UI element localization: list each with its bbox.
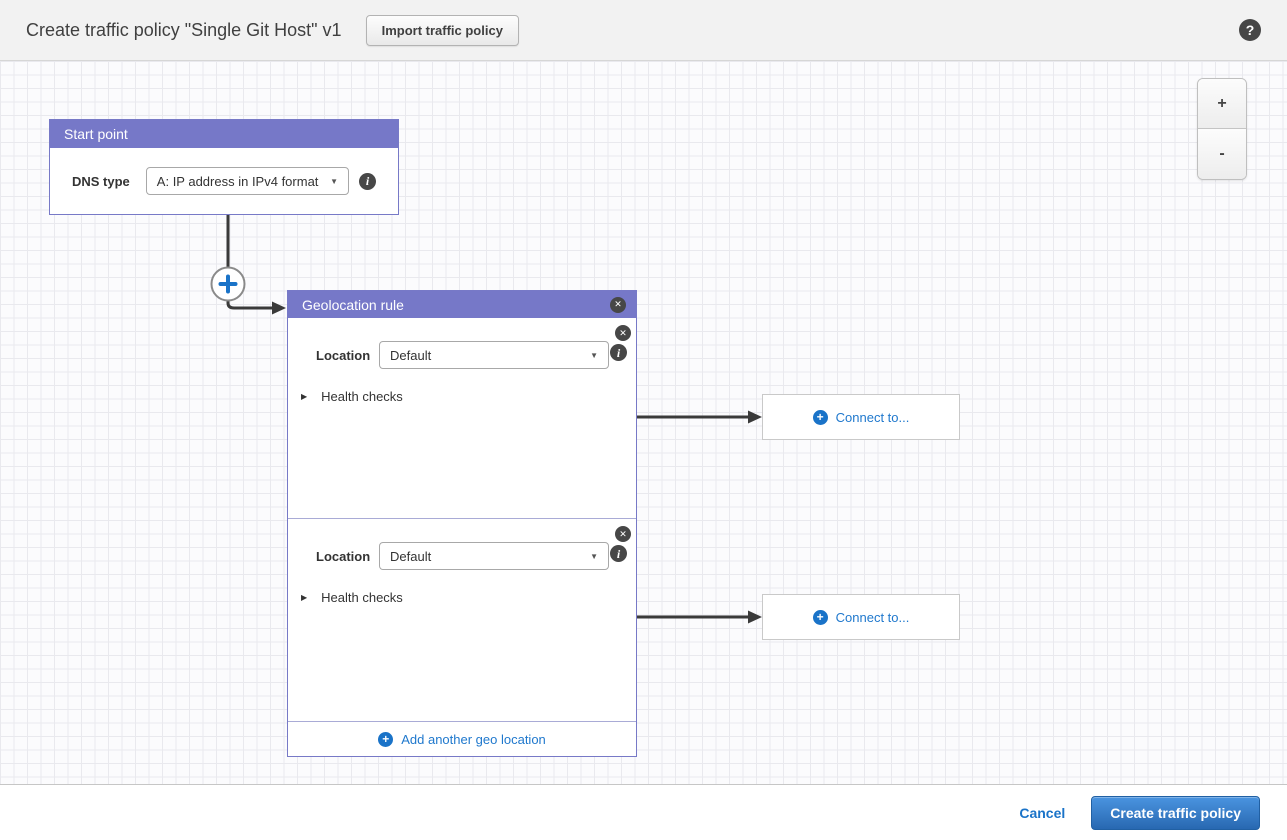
add-rule-connector-button[interactable] (212, 268, 245, 301)
help-icon[interactable]: ? (1239, 19, 1261, 41)
location-info-icon[interactable]: i (610, 545, 627, 562)
top-header-bar: Create traffic policy "Single Git Host" … (0, 0, 1287, 61)
location-label: Location (316, 348, 379, 363)
create-traffic-policy-button[interactable]: Create traffic policy (1091, 796, 1260, 830)
bottom-action-bar: Cancel Create traffic policy (0, 786, 1287, 840)
connect-to-label: Connect to... (836, 610, 910, 625)
zoom-out-button[interactable]: - (1198, 129, 1246, 179)
health-checks-expander[interactable]: ▶ Health checks (301, 590, 403, 605)
connector-line (228, 301, 273, 308)
geo-location-section: ✕ Location Default ▼ i ▶ Health checks (288, 318, 636, 518)
arrowhead-icon (748, 611, 762, 624)
health-checks-label: Health checks (321, 389, 403, 404)
remove-rule-icon[interactable]: ✕ (610, 297, 626, 313)
start-point-title: Start point (64, 126, 128, 142)
dns-type-selected-value: A: IP address in IPv4 format (157, 174, 319, 189)
chevron-down-icon: ▼ (590, 552, 598, 561)
cancel-button[interactable]: Cancel (1019, 805, 1065, 821)
geo-location-section: ✕ Location Default ▼ i ▶ Health checks (288, 518, 636, 721)
canvas-zoom-control: + - (1197, 78, 1247, 180)
dns-type-label: DNS type (72, 174, 130, 189)
location-select[interactable]: Default ▼ (379, 341, 609, 369)
dns-type-select[interactable]: A: IP address in IPv4 format ▼ (146, 167, 349, 195)
import-traffic-policy-button[interactable]: Import traffic policy (366, 15, 519, 46)
page-title: Create traffic policy "Single Git Host" … (26, 20, 342, 41)
connect-to-label: Connect to... (836, 410, 910, 425)
connect-to-box[interactable]: + Connect to... (762, 594, 960, 640)
arrowhead-icon (748, 411, 762, 424)
location-selected-value: Default (390, 348, 431, 363)
plus-icon: + (813, 410, 828, 425)
geolocation-rule-header: Geolocation rule ✕ (288, 291, 636, 318)
location-info-icon[interactable]: i (610, 344, 627, 361)
start-point-body: DNS type A: IP address in IPv4 format ▼ … (50, 148, 398, 214)
remove-location-icon[interactable]: ✕ (615, 325, 631, 341)
connect-to-box[interactable]: + Connect to... (762, 394, 960, 440)
remove-location-icon[interactable]: ✕ (615, 526, 631, 542)
policy-editor-canvas: + - Start point DNS type A: IP address i… (0, 61, 1287, 785)
start-point-node: Start point DNS type A: IP address in IP… (49, 119, 399, 215)
geolocation-rule-node: Geolocation rule ✕ ✕ Location Default ▼ … (287, 290, 637, 757)
chevron-down-icon: ▼ (590, 351, 598, 360)
geolocation-rule-title: Geolocation rule (302, 297, 404, 313)
add-geo-location-label: Add another geo location (401, 732, 546, 747)
plus-icon: + (378, 732, 393, 747)
location-label: Location (316, 549, 379, 564)
chevron-down-icon: ▼ (330, 177, 338, 186)
start-point-header: Start point (50, 120, 398, 148)
location-select[interactable]: Default ▼ (379, 542, 609, 570)
dns-type-info-icon[interactable]: i (359, 173, 376, 190)
expander-triangle-icon: ▶ (301, 392, 307, 401)
health-checks-label: Health checks (321, 590, 403, 605)
plus-icon: + (813, 610, 828, 625)
arrowhead-icon (272, 302, 286, 315)
health-checks-expander[interactable]: ▶ Health checks (301, 389, 403, 404)
location-selected-value: Default (390, 549, 431, 564)
zoom-in-button[interactable]: + (1198, 79, 1246, 129)
add-geo-location-button[interactable]: + Add another geo location (288, 721, 636, 756)
expander-triangle-icon: ▶ (301, 593, 307, 602)
